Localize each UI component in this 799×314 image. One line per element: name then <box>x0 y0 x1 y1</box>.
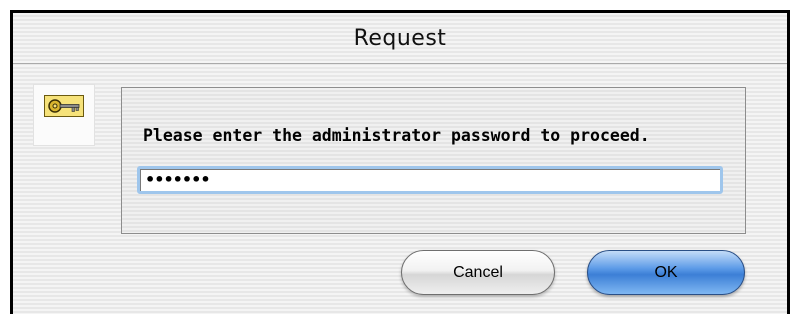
prompt-message: Please enter the administrator password … <box>143 126 650 145</box>
password-panel: Please enter the administrator password … <box>121 87 746 234</box>
key-icon <box>44 95 84 117</box>
dialog-title: Request <box>353 25 447 51</box>
dialog-icon-box <box>33 84 95 146</box>
cancel-button[interactable]: Cancel <box>401 250 555 295</box>
password-field[interactable]: ••••••• <box>137 166 723 194</box>
cancel-button-label: Cancel <box>453 263 503 281</box>
request-dialog: Request Please enter the administrator p… <box>10 10 790 314</box>
ok-button[interactable]: OK <box>587 250 745 295</box>
ok-button-label: OK <box>654 263 678 281</box>
dialog-title-bar[interactable]: Request <box>13 13 787 64</box>
